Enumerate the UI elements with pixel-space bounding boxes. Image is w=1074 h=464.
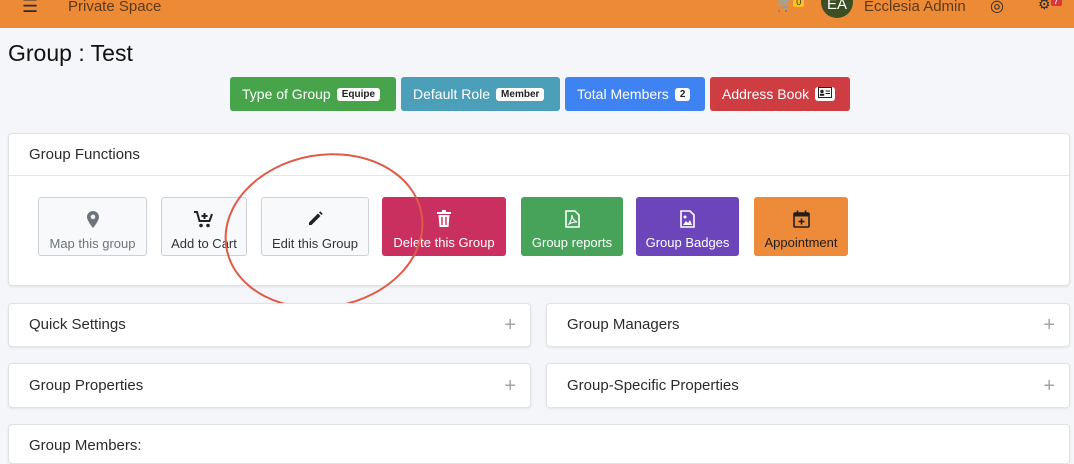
image-file-icon <box>636 210 739 230</box>
group-managers-panel[interactable]: Group Managers + <box>546 303 1070 347</box>
group-reports-label: Group reports <box>531 235 613 250</box>
type-of-group-button[interactable]: Type of Group Equipe <box>230 77 396 111</box>
plus-icon[interactable]: + <box>504 375 516 398</box>
hamburger-icon[interactable]: ☰ <box>22 0 38 17</box>
avatar[interactable]: EA <box>821 0 853 18</box>
user-name[interactable]: Ecclesia Admin <box>864 0 966 15</box>
total-members-button[interactable]: Total Members 2 <box>565 77 705 111</box>
group-properties-title: Group Properties <box>29 377 144 394</box>
pdf-file-icon <box>521 210 623 230</box>
group-badges-label: Group Badges <box>645 235 730 250</box>
cart-count-badge: 0 <box>793 0 805 7</box>
group-functions-card: Group Functions Map this group Add to Ca… <box>8 133 1070 286</box>
default-role-label: Default Role <box>413 86 491 102</box>
map-this-group-label: Map this group <box>49 236 136 251</box>
group-specific-properties-title: Group-Specific Properties <box>567 377 739 394</box>
cart-button[interactable]: 🛒 0 <box>776 0 805 13</box>
card-divider <box>9 175 1069 176</box>
type-of-group-badge: Equipe <box>336 87 381 101</box>
total-members-badge: 2 <box>674 87 691 101</box>
total-members-label: Total Members <box>577 86 669 102</box>
address-book-button[interactable]: Address Book <box>710 77 850 111</box>
page-title: Group : Test <box>8 40 133 66</box>
group-specific-properties-panel[interactable]: Group-Specific Properties + <box>546 363 1070 408</box>
group-managers-title: Group Managers <box>567 316 680 333</box>
gear-icon: ⚙ <box>1038 0 1051 12</box>
address-book-label: Address Book <box>722 86 810 102</box>
group-members-panel[interactable]: Group Members: <box>8 424 1070 464</box>
quick-settings-title: Quick Settings <box>29 316 126 333</box>
map-marker-icon <box>39 211 146 231</box>
lifebuoy-icon[interactable]: ◎ <box>990 0 1004 16</box>
default-role-badge: Member <box>496 87 545 101</box>
top-navbar: ☰ Private Space 🛒 0 EA Ecclesia Admin ◎ ⚙… <box>0 0 1074 28</box>
appointment-button[interactable]: Appointment <box>754 197 848 256</box>
type-of-group-label: Type of Group <box>242 86 331 102</box>
plus-icon[interactable]: + <box>1043 375 1055 398</box>
brand-title[interactable]: Private Space <box>68 0 161 15</box>
plus-icon[interactable]: + <box>504 314 516 337</box>
default-role-button[interactable]: Default Role Member <box>401 77 560 111</box>
map-this-group-button[interactable]: Map this group <box>38 197 147 256</box>
group-reports-button[interactable]: Group reports <box>521 197 623 256</box>
settings-button[interactable]: ⚙ 7 <box>1038 0 1062 13</box>
settings-count-badge: 7 <box>1050 0 1062 6</box>
calendar-plus-icon <box>754 210 848 230</box>
quick-settings-panel[interactable]: Quick Settings + <box>8 303 531 347</box>
group-info-buttons: Type of Group Equipe Default Role Member… <box>230 77 850 111</box>
plus-icon[interactable]: + <box>1043 314 1055 337</box>
cart-icon: 🛒 <box>776 0 793 12</box>
address-card-icon <box>815 87 836 101</box>
group-functions-title: Group Functions <box>29 146 140 163</box>
appointment-label: Appointment <box>764 235 838 250</box>
group-badges-button[interactable]: Group Badges <box>636 197 739 256</box>
group-properties-panel[interactable]: Group Properties + <box>8 363 531 408</box>
